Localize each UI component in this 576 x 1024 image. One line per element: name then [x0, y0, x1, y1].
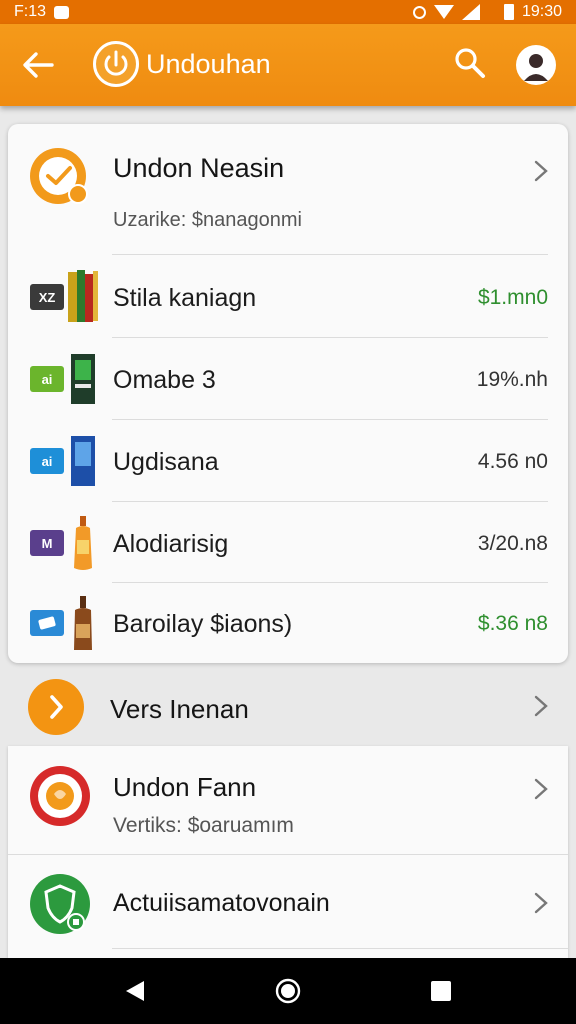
clock-check-icon	[30, 148, 88, 204]
item-value: $1.mn0	[477, 286, 548, 309]
chevron-right-icon[interactable]	[534, 778, 548, 800]
product-box-icon	[71, 354, 95, 404]
bottle-icon	[74, 516, 92, 570]
divider	[112, 254, 548, 255]
nav-home-icon[interactable]	[275, 978, 301, 1004]
lower-panel: Undon Fann Vertiks: $oaruamım Actuiisama…	[8, 746, 568, 958]
chevron-right-icon[interactable]	[534, 892, 548, 914]
app-title: Undouhan	[146, 49, 271, 79]
profile-avatar[interactable]	[516, 45, 556, 85]
bottle-icon	[74, 596, 92, 650]
app-logo-icon	[93, 41, 139, 87]
alarm-icon	[412, 5, 426, 19]
chevron-circle-icon	[28, 679, 84, 735]
chevron-right-icon	[534, 160, 548, 182]
item-badge-icon: ai	[30, 366, 64, 392]
shield-icon	[30, 874, 90, 934]
item-value: 4.56 n0	[477, 450, 548, 473]
nav-recent-icon[interactable]	[431, 981, 451, 1001]
wifi-icon	[433, 5, 454, 19]
item-badge-icon: XZ	[30, 284, 64, 310]
nav-back-icon[interactable]	[124, 979, 146, 1003]
signal-icon	[461, 4, 480, 20]
globe-target-icon	[30, 766, 90, 826]
system-nav-bar	[0, 958, 576, 1024]
product-pack-icon	[68, 270, 98, 322]
section-vers-inenan[interactable]: Vers Inenan	[0, 668, 576, 744]
product-box-icon	[71, 436, 95, 486]
item-label: Baroilay $iaons)	[113, 610, 293, 638]
item-label: Omabe 3	[113, 366, 216, 394]
list-item[interactable]: XZ Stila kaniagn $1.mn0	[8, 256, 568, 338]
card-header[interactable]: Undon Neasin Uzarike: $nanagonmi	[8, 124, 568, 254]
status-time: 19:30	[521, 3, 562, 20]
app-bar: Undouhan	[0, 24, 576, 106]
list-item[interactable]: Baroilay $iaons) $.36 n8	[8, 582, 568, 664]
divider	[112, 948, 568, 949]
section-title: Vers Inenan	[110, 694, 249, 724]
item-value: $.36 n8	[477, 612, 548, 635]
list-item[interactable]: ai Ugdisana 4.56 n0	[8, 420, 568, 502]
fann-title: Undon Fann	[113, 772, 257, 802]
main-card: Undon Neasin Uzarike: $nanagonmi XZ Stil…	[8, 124, 568, 663]
item-value: 3/20.n8	[477, 532, 548, 555]
item-value: 19%.nh	[476, 368, 548, 391]
notification-icon	[54, 5, 70, 19]
list-item[interactable]: ai Omabe 3 19%.nh	[8, 338, 568, 420]
item-label: Alodiarisig	[113, 530, 229, 558]
item-badge-icon: M	[30, 530, 64, 556]
item-label: Ugdisana	[113, 448, 219, 476]
fann-subtitle: Vertiks: $oaruamım	[113, 814, 294, 837]
chevron-right-icon	[534, 695, 548, 717]
battery-icon	[503, 4, 514, 20]
status-left-text: F:13	[14, 3, 47, 20]
act-title: Actuiisamatovonain	[113, 889, 330, 917]
list-item[interactable]: M Alodiarisig 3/20.n8	[8, 502, 568, 584]
card-subtitle: Uzarike: $nanagonmi	[113, 209, 302, 231]
item-badge-icon: ai	[30, 448, 64, 474]
status-bar: F:13 19:30	[0, 0, 576, 24]
item-label: Stila kaniagn	[113, 284, 257, 312]
back-arrow-icon[interactable]	[22, 51, 54, 79]
card-title: Undon Neasin	[113, 153, 285, 183]
search-icon[interactable]	[453, 46, 487, 80]
divider	[8, 854, 568, 855]
tag-icon	[30, 610, 64, 636]
